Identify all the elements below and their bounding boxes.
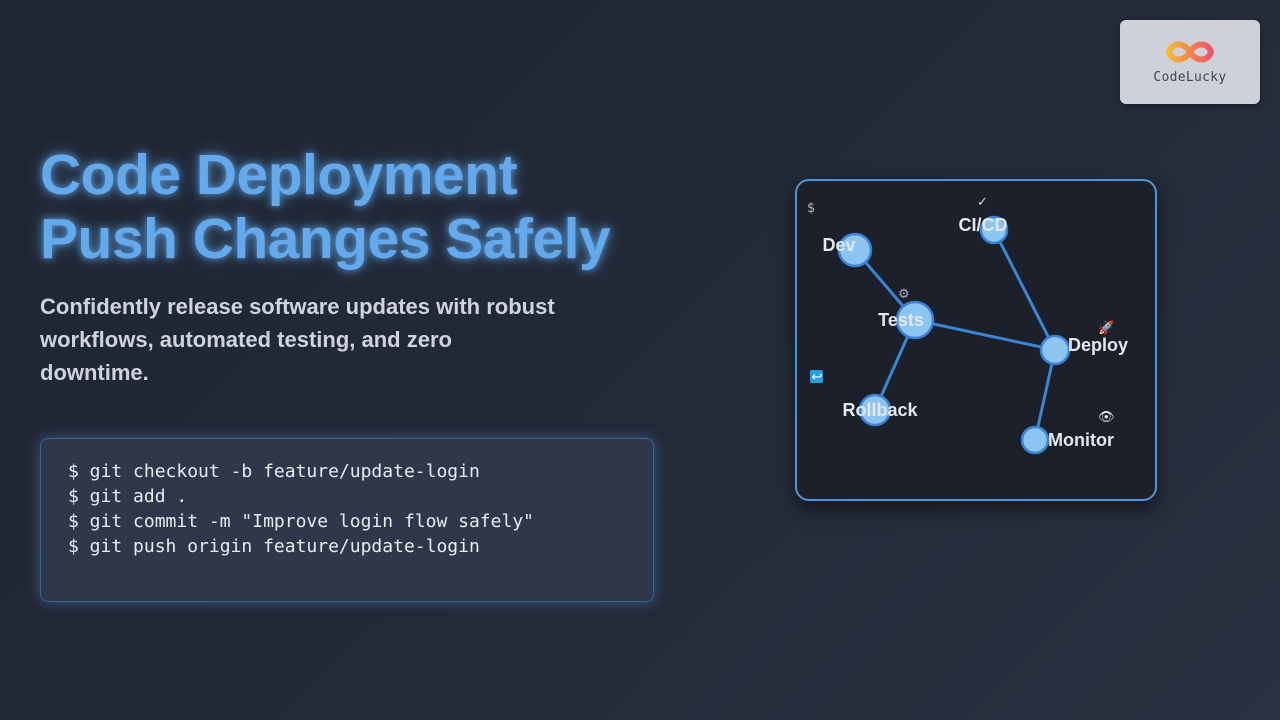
node-deploy xyxy=(1039,334,1071,366)
page-title-line-1: Code Deployment xyxy=(40,143,518,207)
node-label-tests: Tests xyxy=(878,310,924,330)
git-command-code-block: $ git checkout -b feature/update-login $… xyxy=(40,438,654,602)
page-title: Code Deployment Push Changes Safely xyxy=(40,143,611,271)
codelucky-logo: CodeLucky xyxy=(1120,20,1260,104)
pipeline-graph: Dev CI/CD Tests Deploy Rollback Monitor … xyxy=(807,195,1128,455)
edge-cicd-deploy xyxy=(992,228,1057,352)
node-monitor xyxy=(1020,425,1050,455)
node-label-cicd: CI/CD xyxy=(959,215,1008,235)
code-line: $ git push origin feature/update-login xyxy=(68,536,480,557)
rollback-icon: ↩ xyxy=(810,370,823,385)
code-line: $ git commit -m "Improve login flow safe… xyxy=(68,511,534,532)
svg-text:↩: ↩ xyxy=(812,370,823,385)
code-line: $ git add . xyxy=(68,486,188,507)
gear-icon: ⚙ xyxy=(898,287,910,302)
infinity-logo-icon xyxy=(1165,41,1215,63)
edge-tests-deploy xyxy=(913,318,1057,352)
node-label-deploy: Deploy xyxy=(1068,335,1128,355)
check-icon: ✓ xyxy=(977,195,988,210)
node-label-dev: Dev xyxy=(822,235,855,255)
logo-text: CodeLucky xyxy=(1153,70,1227,85)
code-line: $ git checkout -b feature/update-login xyxy=(68,461,480,482)
node-label-rollback: Rollback xyxy=(842,400,918,420)
page-title-line-2: Push Changes Safely xyxy=(40,207,611,271)
terminal-prompt-icon: $ xyxy=(807,201,815,216)
rocket-icon: 🚀 xyxy=(1098,320,1114,336)
page-subtitle: Confidently release software updates wit… xyxy=(40,294,555,385)
eye-icon: 👁 xyxy=(1098,410,1115,425)
deployment-pipeline-diagram: Dev CI/CD Tests Deploy Rollback Monitor … xyxy=(795,179,1157,501)
node-label-monitor: Monitor xyxy=(1048,430,1114,450)
